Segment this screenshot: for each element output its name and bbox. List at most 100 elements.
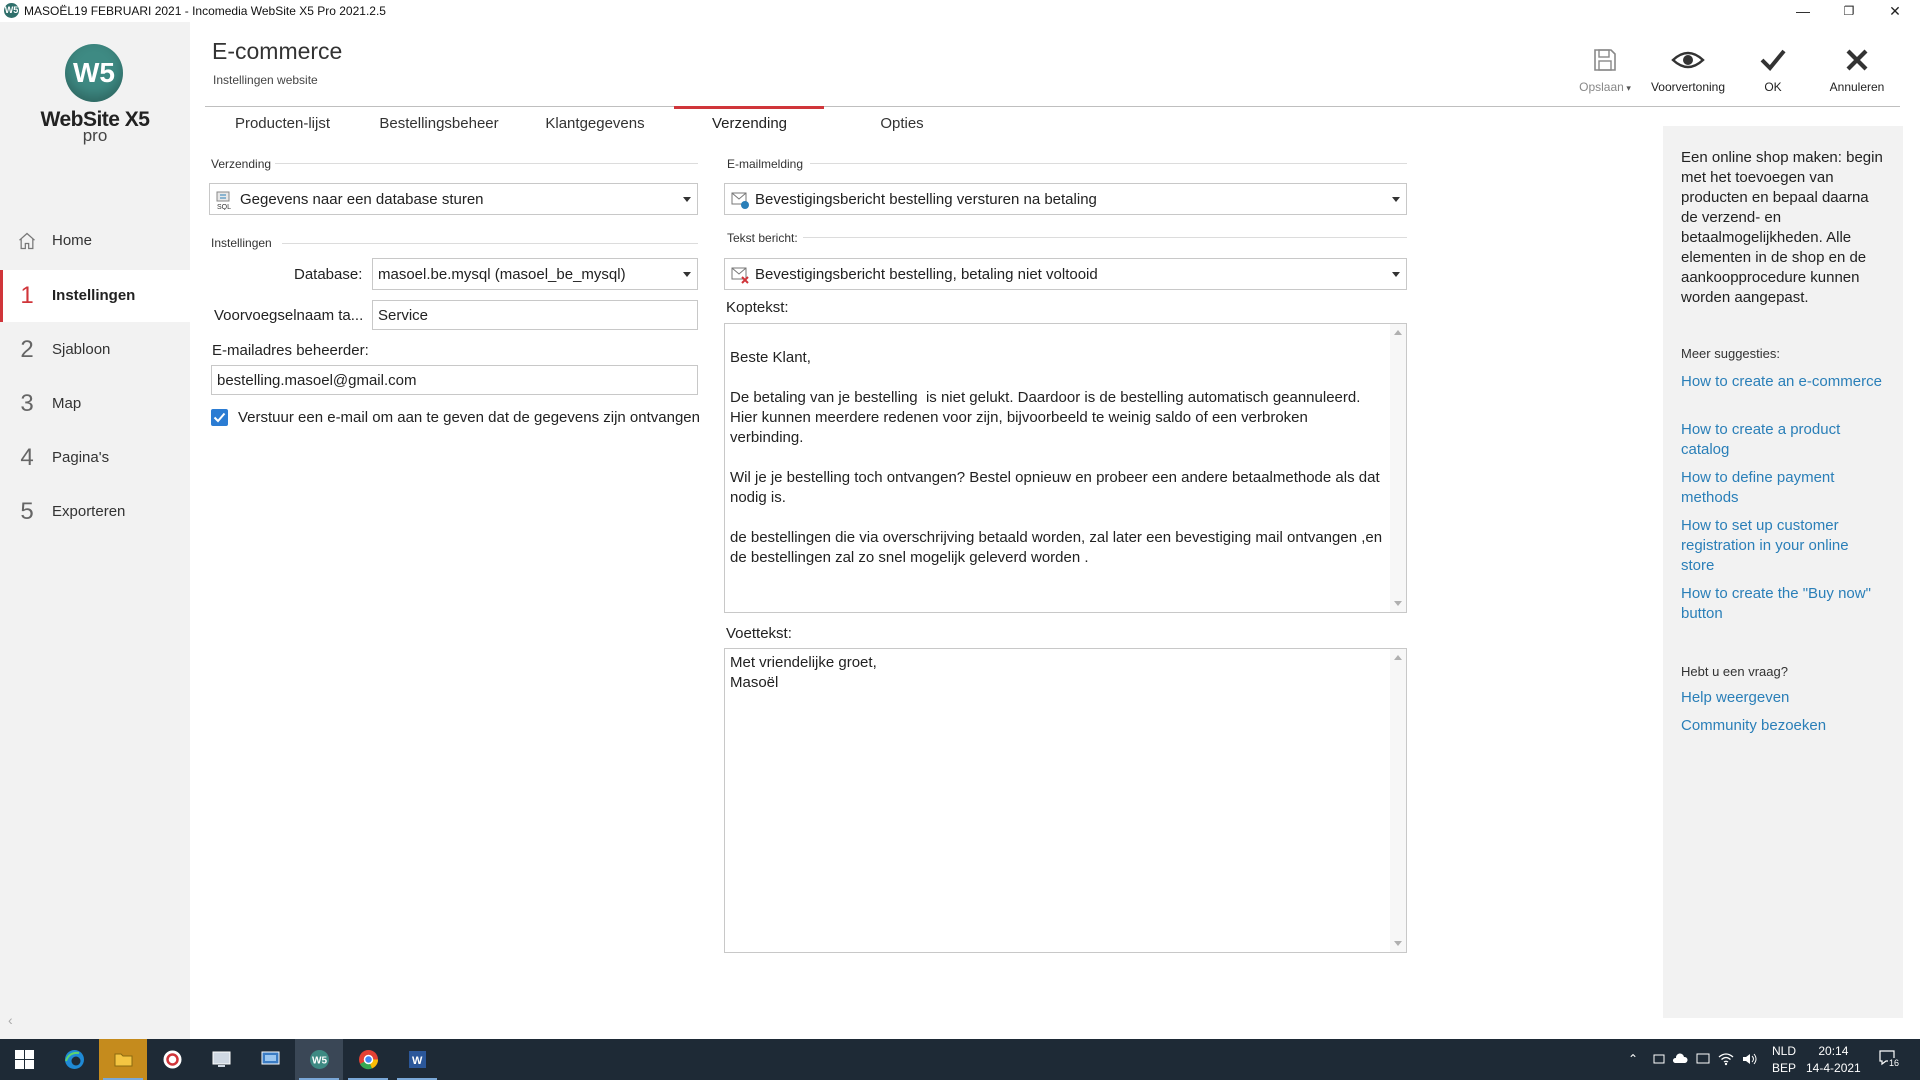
database-sql-icon: SQL [216, 191, 231, 210]
taskbar-app-monitor[interactable] [197, 1039, 245, 1080]
help-link-buy-now-button[interactable]: How to create the "Buy now" button [1681, 584, 1886, 624]
sidebar-item-instellingen[interactable]: 1 Instellingen [0, 270, 190, 322]
sidebar-item-label: Sjabloon [52, 341, 111, 358]
home-icon [19, 232, 35, 250]
footer-text-area[interactable]: Met vriendelijke groet, Masoël [724, 648, 1407, 953]
help-panel: Een online shop maken: begin met het toe… [1663, 126, 1903, 1018]
ok-button[interactable]: OK [1733, 40, 1813, 94]
input-language[interactable]: NLD BEP [1772, 1043, 1796, 1077]
page-title: E-commerce [212, 38, 343, 64]
sidebar-item-map[interactable]: 3 Map [0, 378, 190, 430]
step-number: 1 [20, 282, 34, 309]
header-text-scrollbar[interactable] [1390, 324, 1406, 612]
tray-display-icon[interactable] [1696, 1052, 1710, 1066]
wifi-icon[interactable] [1718, 1052, 1734, 1066]
email-mode-select[interactable]: Bevestigingsbericht bestelling versturen… [724, 183, 1407, 215]
taskbar-file-explorer[interactable] [99, 1039, 147, 1080]
taskbar-app-circle[interactable] [148, 1039, 196, 1080]
sidebar-item-label: Home [52, 232, 93, 249]
word-icon: W [409, 1051, 426, 1068]
notifications-button[interactable]: 16 [1878, 1049, 1901, 1069]
database-value: masoel.be.mysql (masoel_be_mysql) [378, 266, 626, 283]
sidebar-item-label: Map [52, 395, 82, 412]
header-text-area[interactable]: Beste Klant, De betaling van je bestelli… [724, 323, 1407, 613]
sidebar-item-home[interactable]: Home [0, 215, 190, 267]
save-button[interactable]: Opslaan ▾ [1565, 40, 1645, 94]
section-title-verzending: Verzending [211, 157, 272, 171]
chevron-down-icon [683, 197, 691, 202]
keyboard-layout: BEP [1772, 1061, 1797, 1075]
taskbar-websitex5[interactable]: W5 [295, 1039, 343, 1080]
tab-bestellingsbeheer[interactable]: Bestellingsbeheer [374, 115, 504, 143]
sidebar-item-label: Exporteren [52, 503, 126, 520]
send-mode-select[interactable]: SQL Gegevens naar een database sturen [209, 183, 698, 215]
scroll-up-icon [1394, 655, 1402, 660]
language-code: NLD [1772, 1044, 1797, 1058]
sidebar-item-sjabloon[interactable]: 2 Sjabloon [0, 324, 190, 376]
start-button[interactable] [0, 1039, 48, 1080]
chevron-down-icon [683, 272, 691, 277]
restore-button[interactable]: ❐ [1826, 0, 1872, 22]
close-button[interactable]: ✕ [1872, 0, 1918, 22]
help-link-show-help[interactable]: Help weergeven [1681, 688, 1886, 708]
tab-verzending[interactable]: Verzending [692, 115, 807, 143]
system-clock[interactable]: 20:14 14-4-2021 [1806, 1043, 1861, 1077]
chevron-down-icon [1392, 272, 1400, 277]
svg-text:W5: W5 [312, 1056, 327, 1067]
cancel-button[interactable]: Annuleren [1817, 40, 1897, 94]
taskbar-edge[interactable] [50, 1039, 98, 1080]
scroll-down-icon [1394, 941, 1402, 946]
prefix-input[interactable]: Service [372, 300, 698, 330]
header-text-label: Koptekst: [726, 299, 789, 316]
scroll-down-icon [1394, 601, 1402, 606]
taskbar-word[interactable]: W [393, 1039, 441, 1080]
text-message-select[interactable]: Bevestigingsbericht bestelling, betaling… [724, 258, 1407, 290]
tab-klantgegevens[interactable]: Klantgegevens [535, 115, 655, 143]
footer-text-label: Voettekst: [726, 625, 792, 642]
prefix-label: Voorvoegselnaam ta... [214, 307, 364, 324]
scroll-up-icon [1394, 330, 1402, 335]
clock-date: 14-4-2021 [1806, 1061, 1861, 1075]
volume-icon[interactable] [1742, 1052, 1758, 1066]
onedrive-cloud-icon[interactable] [1672, 1052, 1688, 1066]
monitor-app-icon [212, 1051, 231, 1067]
window-title: MASOËL19 FEBRUARI 2021 - Incomedia WebSi… [24, 4, 386, 18]
database-select[interactable]: masoel.be.mysql (masoel_be_mysql) [372, 258, 698, 290]
footer-text-content: Met vriendelijke groet, Masoël [730, 654, 877, 691]
help-link-product-catalog[interactable]: How to create a product catalog [1681, 420, 1886, 460]
tray-meet-icon[interactable] [1652, 1052, 1666, 1066]
check-icon [1733, 40, 1813, 80]
help-suggestions-title: Meer suggesties: [1681, 346, 1780, 361]
tab-opties[interactable]: Opties [862, 115, 942, 143]
step-number: 2 [20, 336, 34, 363]
tab-producten-lijst[interactable]: Producten-lijst [225, 115, 340, 143]
taskbar-app-remote[interactable] [246, 1039, 294, 1080]
chevron-down-icon [1392, 197, 1400, 202]
header-divider [205, 106, 1900, 107]
folder-icon [114, 1053, 133, 1067]
tray-chevron-up-icon[interactable]: ⌃ [1628, 1052, 1638, 1066]
section-title-tekst-bericht: Tekst bericht: [727, 231, 798, 245]
minimize-button[interactable]: — [1780, 0, 1826, 22]
sidebar-item-exporteren[interactable]: 5 Exporteren [0, 486, 190, 538]
save-icon [1565, 40, 1645, 80]
edge-browser-icon [65, 1050, 84, 1069]
preview-button[interactable]: Voorvertoning [1648, 40, 1728, 94]
send-confirmation-checkbox[interactable] [211, 409, 228, 426]
app-logo-icon: W5 [4, 3, 19, 18]
footer-text-scrollbar[interactable] [1390, 649, 1406, 952]
help-link-customer-registration[interactable]: How to set up customer registration in y… [1681, 516, 1886, 576]
logo-edition: pro [82, 126, 108, 145]
sidebar-item-paginas[interactable]: 4 Pagina's [0, 432, 190, 484]
help-link-community[interactable]: Community bezoeken [1681, 716, 1886, 736]
chrome-icon [359, 1050, 379, 1070]
section-divider [282, 243, 698, 244]
send-mode-value: Gegevens naar een database sturen [240, 191, 484, 208]
sidebar-item-label: Instellingen [52, 287, 136, 304]
help-link-create-ecommerce[interactable]: How to create an e-commerce [1681, 372, 1886, 392]
taskbar-chrome[interactable] [344, 1039, 392, 1080]
collapse-sidebar-button[interactable]: ‹ [8, 1012, 13, 1028]
admin-email-input[interactable]: bestelling.masoel@gmail.com [211, 365, 698, 395]
help-link-payment-methods[interactable]: How to define payment methods [1681, 468, 1886, 508]
check-icon [213, 412, 226, 423]
